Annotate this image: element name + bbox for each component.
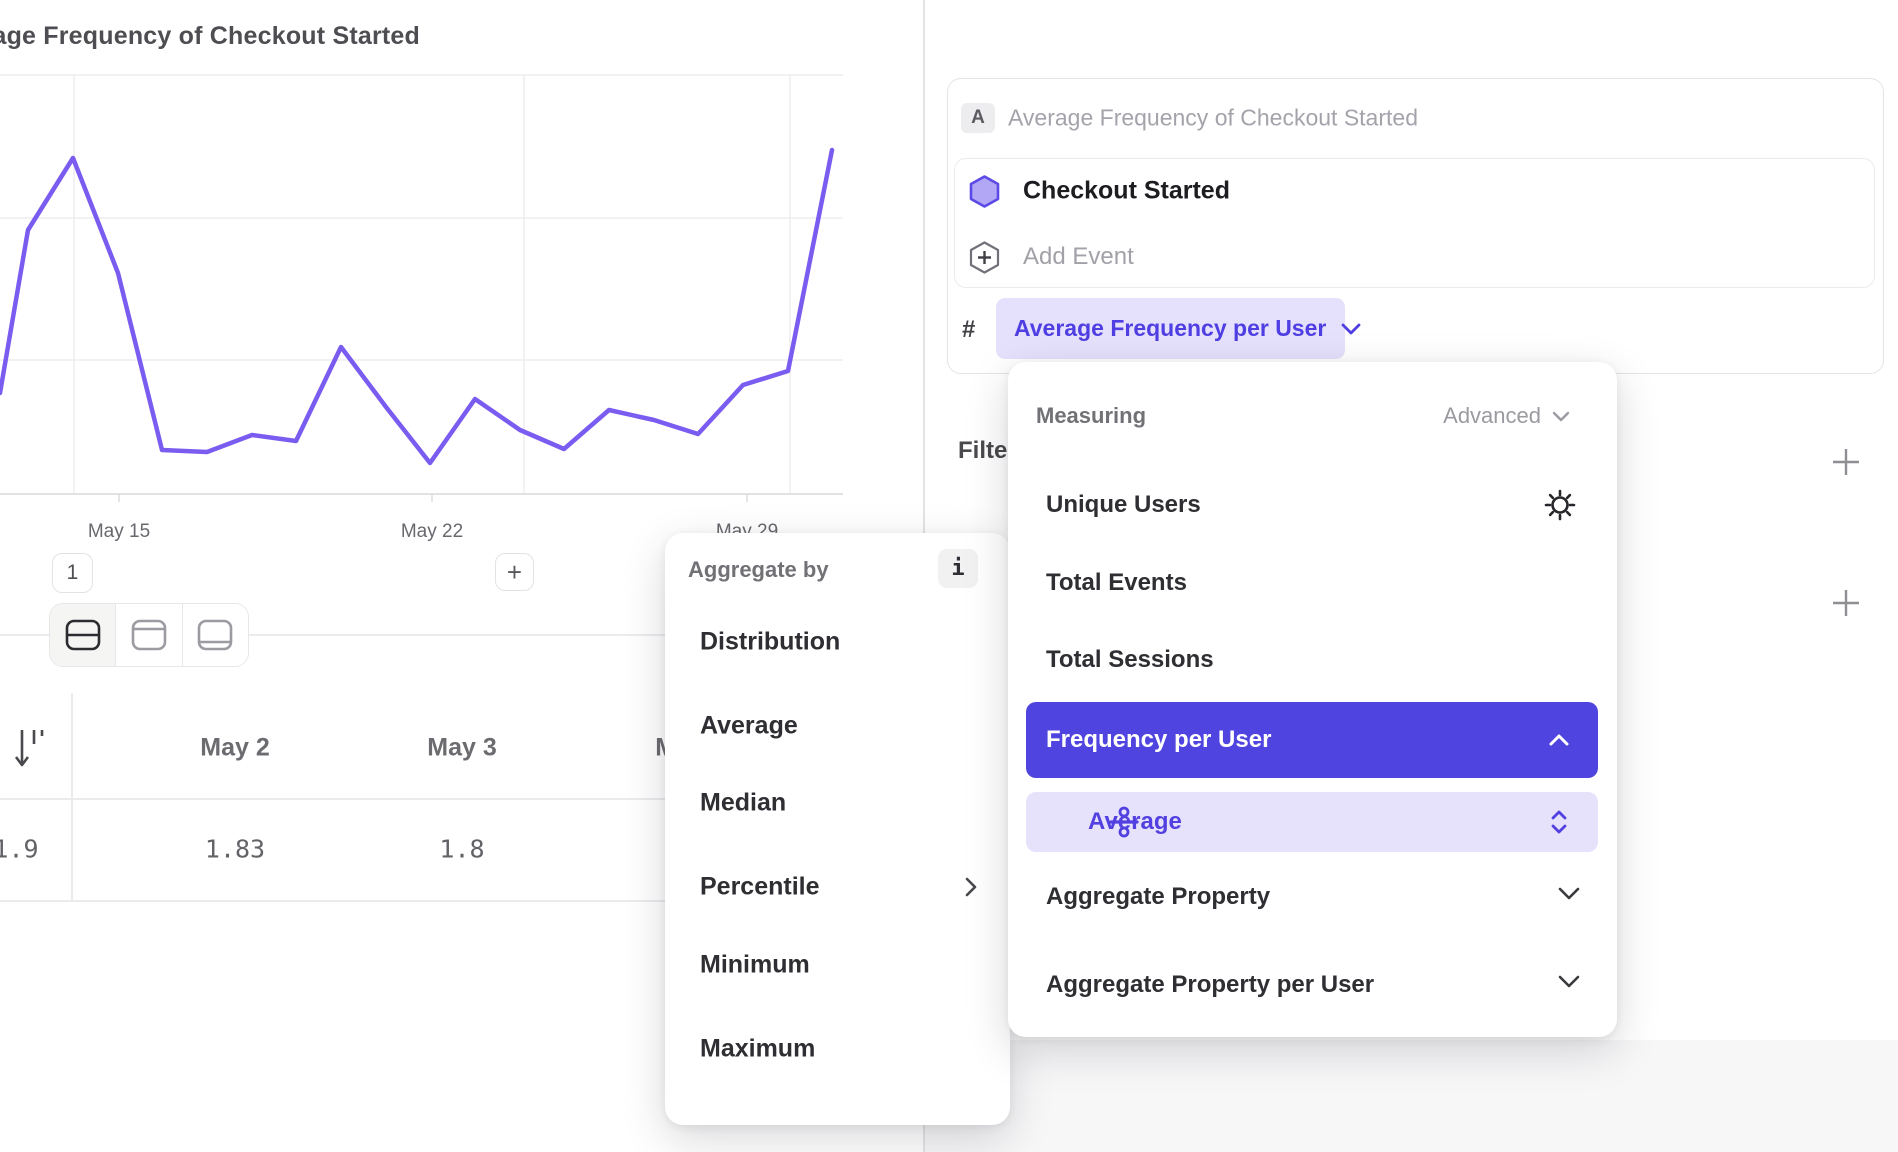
chart-view-icon bbox=[131, 619, 167, 651]
add-event-button[interactable]: Add Event bbox=[1023, 243, 1134, 271]
table-value-cell: 1.83 bbox=[205, 835, 265, 864]
aggregate-by-header: Aggregate by bbox=[688, 557, 829, 583]
menu-item-frequency-per-user-selected[interactable]: Frequency per User bbox=[1026, 702, 1598, 778]
add-filter-button[interactable] bbox=[1830, 446, 1862, 478]
add-metric-button[interactable]: + bbox=[1840, 0, 1860, 11]
table-header-cell[interactable]: May 2 bbox=[200, 734, 269, 763]
menu-item-maximum[interactable]: Maximum bbox=[700, 1035, 815, 1064]
chevron-down-icon bbox=[1551, 410, 1571, 423]
view-toggle-split[interactable] bbox=[50, 604, 115, 666]
average-divide-icon bbox=[1108, 806, 1140, 838]
menu-item-minimum[interactable]: Minimum bbox=[700, 951, 810, 980]
chevron-down-icon bbox=[1340, 322, 1362, 336]
menu-item-percentile[interactable]: Percentile bbox=[700, 873, 820, 902]
metrics-section-title: Metrics bbox=[962, 0, 1057, 4]
menu-item-total-sessions[interactable]: Total Sessions bbox=[1046, 646, 1214, 674]
view-toggle-table-only[interactable] bbox=[182, 604, 248, 666]
add-event-hexagon-plus-icon[interactable] bbox=[968, 240, 1001, 275]
table-value-cell: 1.9 bbox=[0, 835, 39, 864]
table-view-icon bbox=[197, 619, 233, 651]
panel-background bbox=[925, 1040, 1898, 1152]
chevron-up-icon bbox=[1548, 733, 1570, 747]
sort-descending-icon[interactable] bbox=[13, 726, 47, 772]
menu-item-distribution[interactable]: Distribution bbox=[700, 628, 840, 657]
measurement-dropdown-label: Average Frequency per User bbox=[1014, 315, 1326, 342]
line-chart bbox=[0, 0, 923, 560]
segment-count-badge[interactable]: 1 bbox=[52, 553, 93, 593]
x-axis-tick: May 22 bbox=[401, 521, 463, 543]
menu-item-median[interactable]: Median bbox=[700, 789, 786, 818]
advanced-toggle[interactable]: Advanced bbox=[1443, 403, 1571, 429]
selected-item-label: Frequency per User bbox=[1046, 726, 1271, 754]
menu-item-total-events[interactable]: Total Events bbox=[1046, 569, 1187, 597]
numeric-type-icon: # bbox=[962, 316, 975, 344]
chevron-updown-icon bbox=[1550, 808, 1568, 836]
menu-item-average[interactable]: Average bbox=[700, 712, 798, 741]
table-column-border bbox=[71, 693, 73, 900]
split-view-icon bbox=[65, 619, 101, 651]
event-select[interactable]: Checkout Started bbox=[1023, 177, 1230, 206]
menu-item-unique-users[interactable]: Unique Users bbox=[1046, 491, 1201, 519]
frequency-aggregation-select[interactable]: Average bbox=[1026, 792, 1598, 852]
gear-icon[interactable] bbox=[1543, 488, 1577, 522]
chevron-down-icon bbox=[1557, 974, 1581, 989]
table-header-cell[interactable]: May 3 bbox=[427, 734, 496, 763]
measurement-dropdown[interactable]: Average Frequency per User bbox=[996, 298, 1345, 359]
advanced-label: Advanced bbox=[1443, 403, 1541, 429]
view-toggle-chart-only[interactable] bbox=[115, 604, 181, 666]
aggregate-by-menu: Aggregate by i Distribution Average Medi… bbox=[665, 533, 1010, 1125]
chevron-right-icon bbox=[964, 875, 978, 899]
series-line bbox=[0, 150, 832, 463]
insights-report-view: Average Frequency of Checkout Started Ma… bbox=[0, 0, 1898, 1152]
view-toggle-group bbox=[49, 603, 249, 667]
add-breakdown-button[interactable] bbox=[1830, 587, 1862, 619]
measuring-header: Measuring bbox=[1036, 403, 1146, 429]
add-button[interactable]: + bbox=[495, 553, 534, 591]
menu-item-aggregate-property[interactable]: Aggregate Property bbox=[1046, 883, 1270, 911]
info-icon[interactable]: i bbox=[938, 549, 978, 588]
menu-item-aggregate-property-per-user[interactable]: Aggregate Property per User bbox=[1046, 971, 1374, 999]
metric-name-input[interactable]: Average Frequency of Checkout Started bbox=[1008, 105, 1418, 132]
table-value-cell: 1.8 bbox=[439, 835, 484, 864]
measuring-menu: Measuring Advanced Unique Users bbox=[1008, 362, 1617, 1037]
x-axis-tick: May 15 bbox=[88, 521, 150, 543]
chevron-down-icon bbox=[1557, 886, 1581, 901]
metric-letter-badge: A bbox=[961, 103, 995, 133]
chart-gridlines bbox=[0, 75, 843, 502]
event-hexagon-icon bbox=[968, 174, 1001, 209]
